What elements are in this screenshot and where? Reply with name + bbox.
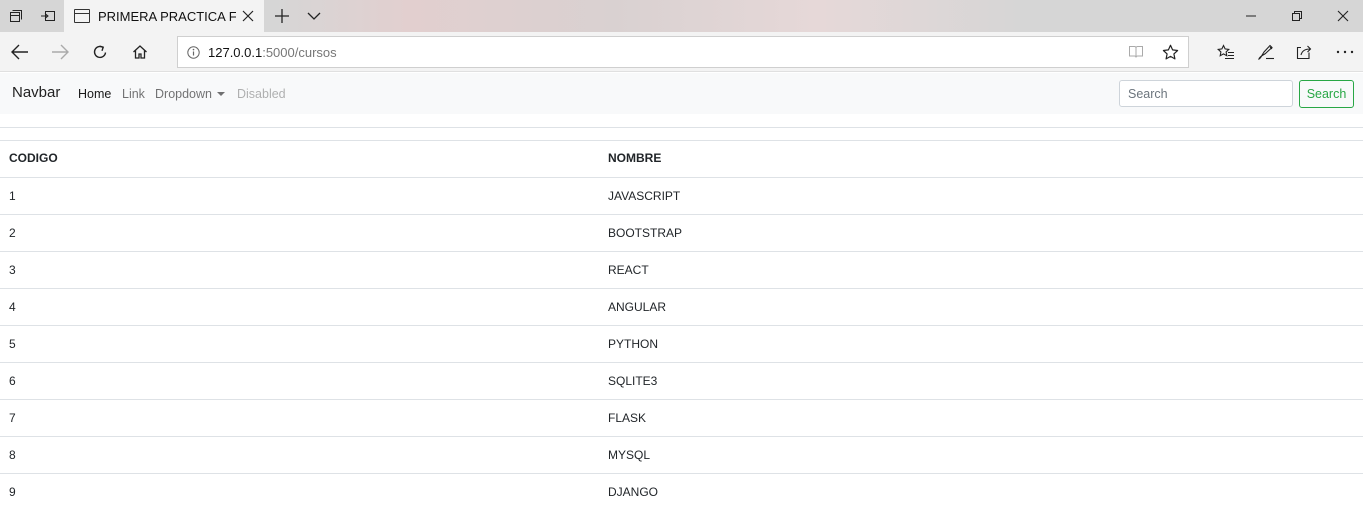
forward-arrow-icon[interactable] [40, 32, 80, 72]
plus-icon[interactable] [266, 0, 298, 32]
courses-table: CODIGO NOMBRE 1 JAVASCRIPT 2 BOOTSTRAP 3… [0, 140, 1363, 510]
pen-icon[interactable] [1246, 32, 1286, 72]
table-row: 5 PYTHON [0, 325, 1363, 363]
table-row: 6 SQLITE3 [0, 362, 1363, 400]
refresh-icon[interactable] [80, 32, 120, 72]
chevron-down-icon[interactable] [298, 0, 330, 32]
nav-dropdown-label: Dropdown [155, 87, 212, 101]
close-window-icon[interactable] [1320, 0, 1363, 32]
url-text: 127.0.0.1:5000/cursos [208, 45, 337, 60]
cell-codigo: 3 [0, 251, 599, 289]
table-header-row: CODIGO NOMBRE [0, 140, 1363, 178]
cell-codigo: 2 [0, 214, 599, 252]
share-icon[interactable] [1285, 32, 1325, 72]
cell-codigo: 6 [0, 362, 599, 400]
minimize-icon[interactable] [1228, 0, 1274, 32]
browser-titlebar: PRIMERA PRACTICA FLA [0, 0, 1363, 32]
close-icon[interactable] [240, 8, 256, 24]
cell-codigo: 1 [0, 177, 599, 215]
cell-nombre: REACT [599, 251, 1363, 289]
page-navbar: Navbar Home Link Dropdown Disabled Searc… [0, 73, 1363, 114]
navbar-brand[interactable]: Navbar [12, 84, 60, 101]
nav-link-home[interactable]: Home [78, 87, 111, 101]
table-row: 1 JAVASCRIPT [0, 177, 1363, 215]
table-row: 2 BOOTSTRAP [0, 214, 1363, 252]
cell-nombre: JAVASCRIPT [599, 177, 1363, 215]
url-path: :5000/cursos [262, 44, 337, 60]
cell-nombre: FLASK [599, 399, 1363, 437]
nav-dropdown[interactable]: Dropdown [155, 87, 225, 101]
table-row: 7 FLASK [0, 399, 1363, 437]
cell-codigo: 8 [0, 436, 599, 474]
favorites-hub-icon[interactable] [1206, 32, 1246, 72]
reading-view-icon[interactable] [1118, 37, 1154, 67]
nav-link-link[interactable]: Link [122, 87, 145, 101]
set-aside-tabs-icon[interactable] [32, 0, 64, 32]
browser-toolbar: 127.0.0.1:5000/cursos [0, 32, 1363, 72]
cell-codigo: 9 [9, 484, 16, 499]
search-input[interactable] [1119, 80, 1293, 107]
cell-nombre: PYTHON [599, 325, 1363, 363]
cell-codigo: 5 [0, 325, 599, 363]
nav-link-disabled: Disabled [237, 87, 286, 101]
address-bar[interactable]: 127.0.0.1:5000/cursos [177, 36, 1189, 68]
back-arrow-icon[interactable] [0, 32, 40, 72]
cell-nombre: ANGULAR [599, 288, 1363, 326]
browser-tab-active[interactable]: PRIMERA PRACTICA FLA [64, 0, 264, 32]
column-header-nombre: NOMBRE [599, 140, 1363, 178]
divider-line [0, 127, 1363, 128]
cell-nombre: MYSQL [599, 436, 1363, 474]
home-icon[interactable] [120, 32, 160, 72]
restore-icon[interactable] [1274, 0, 1320, 32]
column-header-codigo: CODIGO [0, 140, 599, 178]
info-icon[interactable] [178, 45, 208, 59]
star-icon[interactable] [1152, 37, 1188, 67]
tab-actions-icon[interactable] [0, 0, 32, 32]
cell-nombre: BOOTSTRAP [599, 214, 1363, 252]
table-row: 8 MYSQL [0, 436, 1363, 474]
table-row: 3 REACT [0, 251, 1363, 289]
table-row: 9 DJANGO [0, 473, 1363, 510]
page-icon [74, 9, 90, 23]
caret-down-icon [216, 92, 225, 96]
tab-title: PRIMERA PRACTICA FLA [98, 8, 236, 24]
cell-codigo: 4 [0, 288, 599, 326]
table-row: 4 ANGULAR [0, 288, 1363, 326]
cell-codigo: 7 [0, 399, 599, 437]
cell-nombre: SQLITE3 [599, 362, 1363, 400]
cell-nombre: DJANGO [608, 484, 659, 499]
url-host: 127.0.0.1 [208, 44, 263, 60]
search-button[interactable]: Search [1299, 80, 1354, 108]
more-icon[interactable] [1325, 32, 1363, 72]
